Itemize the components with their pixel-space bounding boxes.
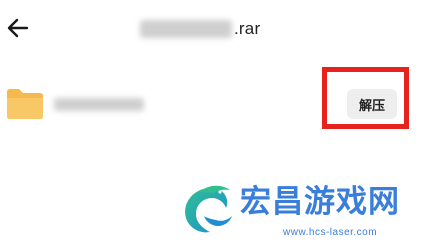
- folder-icon: [7, 89, 43, 119]
- watermark-title: 宏昌游戏网: [240, 184, 400, 220]
- dragon-logo-icon: [185, 185, 232, 233]
- archive-viewer-screen: .rar 解压 宏昌游戏网 www.hcs-laser.com: [0, 0, 428, 244]
- blurred-file-name: [140, 20, 232, 38]
- extract-button[interactable]: 解压: [347, 89, 397, 119]
- watermark-url: www.hcs-laser.com: [283, 227, 378, 238]
- page-title: .rar: [140, 17, 260, 41]
- arrow-left-icon: [7, 18, 29, 38]
- title-extension: .rar: [234, 19, 261, 38]
- blurred-folder-name: [54, 98, 144, 111]
- watermark: 宏昌游戏网 www.hcs-laser.com: [178, 178, 428, 244]
- back-button[interactable]: [4, 14, 32, 42]
